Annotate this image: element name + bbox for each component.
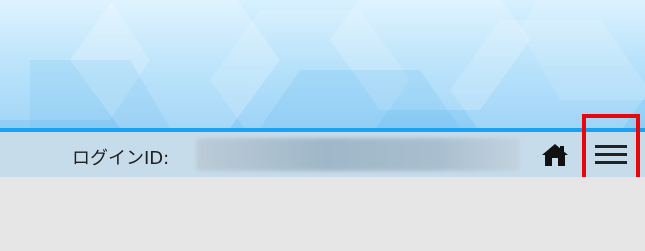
content-area — [0, 177, 645, 251]
header-banner — [0, 0, 645, 128]
hamburger-menu-icon — [595, 145, 627, 164]
page: ログインID: — [0, 0, 645, 251]
user-toolbar: ログインID: — [0, 114, 645, 194]
login-id-value-redacted — [196, 138, 520, 171]
login-id-label: ログインID: — [72, 148, 170, 169]
home-icon — [542, 144, 568, 166]
home-button[interactable] — [538, 140, 572, 170]
hexagon-pattern — [0, 0, 645, 128]
